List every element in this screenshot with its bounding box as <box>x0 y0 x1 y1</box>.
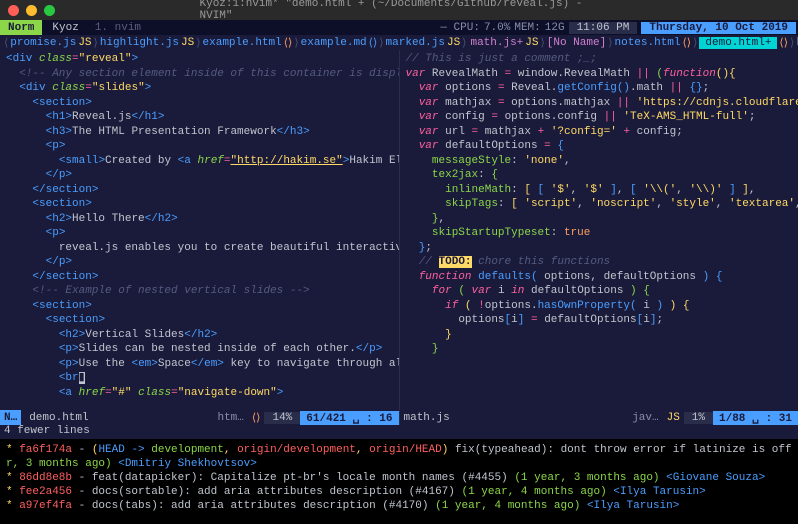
tab-sep: ⟩ <box>790 36 794 50</box>
filetype: htm… <box>213 412 247 424</box>
git-commit-row[interactable]: * fa6f174a - (HEAD -> development, origi… <box>6 443 792 457</box>
mode-badge: N… <box>0 410 21 425</box>
tab-highlight[interactable]: highlight.js <box>100 37 179 49</box>
cpu-value: 7.0% <box>484 22 510 34</box>
clock-date: Thursday, 10 Oct 2019 <box>641 22 796 34</box>
user-label: Kyoz <box>42 22 88 34</box>
md-icon: ⟨⟩ <box>369 36 378 50</box>
tab-notes[interactable]: notes.html <box>615 37 681 49</box>
traffic-lights <box>8 5 55 16</box>
status-bar: Norm Kyoz 1. nvim — CPU: 7.0% MEM: 12G 1… <box>0 20 798 35</box>
scroll-pct: 14% <box>264 412 300 424</box>
mode-indicator: Norm <box>0 20 42 35</box>
html-icon: ⟨⟩ <box>683 36 692 50</box>
tab-sep: ⟩ <box>94 36 98 50</box>
tab-noname[interactable]: [No Name] <box>547 37 606 49</box>
tab-example-md[interactable]: example.md <box>301 37 367 49</box>
git-commit-row[interactable]: * 86dd8e8b - feat(datapicker): Capitaliz… <box>6 471 792 485</box>
html-icon: ⟨⟩ <box>284 36 293 50</box>
js-icon: JS <box>525 37 538 49</box>
tab-demo-active[interactable]: demo.html+ <box>699 37 777 49</box>
buffer-tabs: ⟨ promise.js JS ⟩ highlight.js JS ⟩ exam… <box>0 35 798 50</box>
session-label: 1. nvim <box>89 22 147 34</box>
filetype-icon: ⟨⟩ <box>248 411 265 425</box>
filename: math.js <box>400 412 629 424</box>
tab-promise[interactable]: promise.js <box>10 37 76 49</box>
filetype-icon: JS <box>663 412 684 424</box>
scroll-pct: 1% <box>684 412 713 424</box>
tab-sep: ⟩ <box>608 36 612 50</box>
tab-marked[interactable]: marked.js <box>386 37 445 49</box>
right-pane[interactable]: // This is just a comment ;_; var Reveal… <box>400 50 798 425</box>
tab-sep: ⟩ <box>379 36 383 50</box>
right-pane-status: math.js jav… JS 1% 1/88 ␣ : 31 <box>400 410 798 425</box>
editor-main: <div class="reveal"> <!-- Any section el… <box>0 50 798 425</box>
mem-value: 12G <box>545 22 565 34</box>
js-icon: JS <box>181 37 194 49</box>
cpu-label: — CPU: <box>440 22 480 34</box>
tab-sep: ⟩ <box>294 36 298 50</box>
mem-label: MEM: <box>514 22 540 34</box>
html-icon: ⟨⟩ <box>779 36 788 50</box>
cursor-pos: 61/421 ␣ : 16 <box>300 411 398 425</box>
window-title: Kyoz:1:nvim* "demo.html + (~/Documents/G… <box>200 0 599 22</box>
tab-math[interactable]: math.js+ <box>470 37 523 49</box>
git-commit-row[interactable]: * a97ef4fa - docs(tabs): add aria attrib… <box>6 499 792 513</box>
clock-time: 11:06 PM <box>569 22 638 34</box>
git-log[interactable]: * fa6f174a - (HEAD -> development, origi… <box>0 439 798 524</box>
zoom-icon[interactable] <box>44 5 55 16</box>
tab-example-html[interactable]: example.html <box>203 37 282 49</box>
left-pane[interactable]: <div class="reveal"> <!-- Any section el… <box>0 50 400 425</box>
filetype: jav… <box>628 412 662 424</box>
filename: demo.html <box>21 412 213 424</box>
tab-sep: ⟩ <box>693 36 697 50</box>
tab-sep: ⟩ <box>462 36 466 50</box>
git-commit-row[interactable]: * fee2a456 - docs(sortable): add aria at… <box>6 485 792 499</box>
close-icon[interactable] <box>8 5 19 16</box>
tab-sep: ⟩ <box>196 36 200 50</box>
js-icon: JS <box>78 37 91 49</box>
cursor-pos: 1/88 ␣ : 31 <box>713 411 798 425</box>
git-commit-row-wrap: r, 3 months ago) <Dmitriy Shekhovtsov> <box>6 457 792 471</box>
titlebar: Kyoz:1:nvim* "demo.html + (~/Documents/G… <box>0 0 798 20</box>
command-line[interactable]: 4 fewer lines <box>0 425 798 439</box>
left-pane-status: N… demo.html htm… ⟨⟩ 14% 61/421 ␣ : 16 <box>0 410 399 425</box>
tab-sep: ⟩ <box>540 36 544 50</box>
tab-sep: ⟨ <box>4 36 8 50</box>
minimize-icon[interactable] <box>26 5 37 16</box>
js-icon: JS <box>447 37 460 49</box>
